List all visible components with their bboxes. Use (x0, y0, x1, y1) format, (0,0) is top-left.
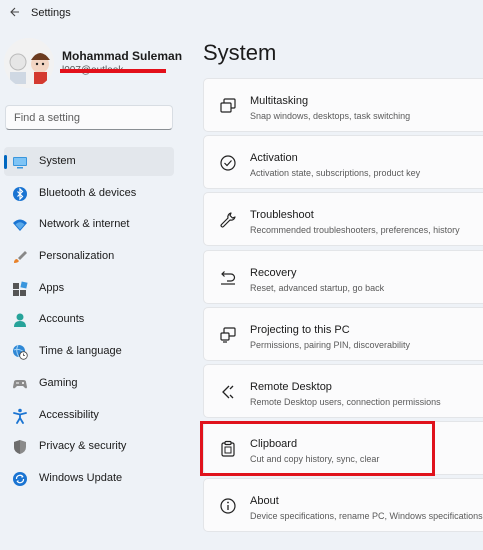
card-remote-desktop[interactable]: Remote Desktop Remote Desktop users, con… (203, 363, 483, 418)
sidebar-item-label: Apps (39, 281, 65, 294)
back-arrow-icon (10, 7, 19, 17)
remote-desktop-icon (219, 383, 237, 401)
card-title: Recovery (250, 266, 297, 279)
card-title: Activation (250, 152, 298, 165)
sidebar-item-label: Network & internet (39, 218, 130, 231)
card-recovery[interactable]: Recovery Reset, advanced startup, go bac… (203, 249, 483, 304)
sidebar-nav: System Bluetooth & devices Network & int… (0, 147, 180, 496)
sidebar-item-accessibility[interactable]: Accessibility (4, 401, 174, 430)
sidebar-item-label: System (39, 155, 76, 167)
card-description: Remote Desktop users, connection permiss… (250, 396, 441, 407)
shield-icon (12, 439, 28, 455)
card-clipboard[interactable]: Clipboard Cut and copy history, sync, cl… (203, 421, 483, 476)
globe-clock-icon (12, 344, 28, 360)
back-button[interactable] (6, 4, 22, 20)
projecting-icon (219, 326, 237, 344)
card-projecting[interactable]: Projecting to this PC Permissions, pairi… (203, 306, 483, 361)
card-about[interactable]: About Device specifications, rename PC, … (203, 478, 483, 533)
card-title: Clipboard (250, 438, 298, 451)
settings-cards: Multitasking Snap windows, desktops, tas… (203, 78, 483, 536)
apps-icon (12, 281, 28, 297)
user-profile[interactable]: Mohammad Suleman l007@outlook (4, 38, 194, 90)
multitasking-icon (219, 97, 237, 115)
search-input[interactable] (14, 111, 164, 124)
sidebar-item-system[interactable]: System (4, 147, 174, 176)
card-activation[interactable]: Activation Activation state, subscriptio… (203, 135, 483, 190)
sidebar-item-windows-update[interactable]: Windows Update (4, 464, 174, 493)
update-icon (12, 471, 28, 487)
card-description: Reset, advanced startup, go back (250, 282, 385, 293)
card-title: About (250, 495, 279, 508)
card-multitasking[interactable]: Multitasking Snap windows, desktops, tas… (203, 78, 483, 132)
wrench-icon (219, 211, 237, 229)
info-icon (219, 497, 237, 515)
card-description: Recommended troubleshooters, preferences… (250, 225, 460, 236)
system-icon (12, 154, 28, 170)
card-title: Remote Desktop (250, 380, 332, 393)
sidebar-item-network[interactable]: Network & internet (4, 210, 174, 239)
sidebar-item-label: Accessibility (39, 408, 99, 421)
card-troubleshoot[interactable]: Troubleshoot Recommended troubleshooters… (203, 192, 483, 247)
brush-icon (12, 249, 28, 265)
card-title: Projecting to this PC (250, 323, 350, 336)
accessibility-icon (12, 408, 28, 424)
sidebar-item-personalization[interactable]: Personalization (4, 242, 174, 271)
sidebar-item-label: Accounts (39, 313, 85, 326)
recovery-icon (219, 269, 237, 287)
card-description: Cut and copy history, sync, clear (250, 454, 380, 465)
card-description: Permissions, pairing PIN, discoverabilit… (250, 339, 411, 350)
avatar (4, 38, 54, 88)
sidebar-item-label: Windows Update (39, 471, 123, 484)
sidebar-item-gaming[interactable]: Gaming (4, 369, 174, 398)
sidebar-item-label: Bluetooth & devices (39, 186, 137, 199)
user-name: Mohammad Suleman (62, 49, 183, 63)
card-title: Multitasking (250, 95, 309, 107)
sidebar-item-label: Privacy & security (39, 440, 127, 453)
sidebar-item-time-language[interactable]: Time & language (4, 337, 174, 366)
card-description: Device specifications, rename PC, Window… (250, 511, 483, 522)
sidebar-item-label: Personalization (39, 250, 115, 263)
bluetooth-icon (12, 186, 28, 202)
search-box[interactable] (5, 105, 173, 130)
sidebar-item-label: Time & language (39, 345, 122, 358)
sidebar-item-label: Gaming (39, 376, 78, 389)
sidebar-item-accounts[interactable]: Accounts (4, 305, 174, 334)
app-title: Settings (31, 7, 71, 19)
wifi-icon (12, 217, 28, 233)
sidebar-item-privacy-security[interactable]: Privacy & security (4, 432, 174, 461)
title-bar: Settings (0, 0, 483, 26)
card-description: Snap windows, desktops, task switching (250, 111, 411, 121)
redaction-mark (60, 69, 166, 73)
card-description: Activation state, subscriptions, product… (250, 168, 421, 179)
sidebar-item-bluetooth[interactable]: Bluetooth & devices (4, 179, 174, 208)
card-title: Troubleshoot (250, 209, 314, 222)
person-icon (12, 312, 28, 328)
gamepad-icon (12, 376, 28, 392)
page-title: System (203, 40, 277, 65)
check-circle-icon (219, 154, 237, 172)
clipboard-icon (219, 440, 237, 458)
sidebar-item-apps[interactable]: Apps (4, 274, 174, 303)
